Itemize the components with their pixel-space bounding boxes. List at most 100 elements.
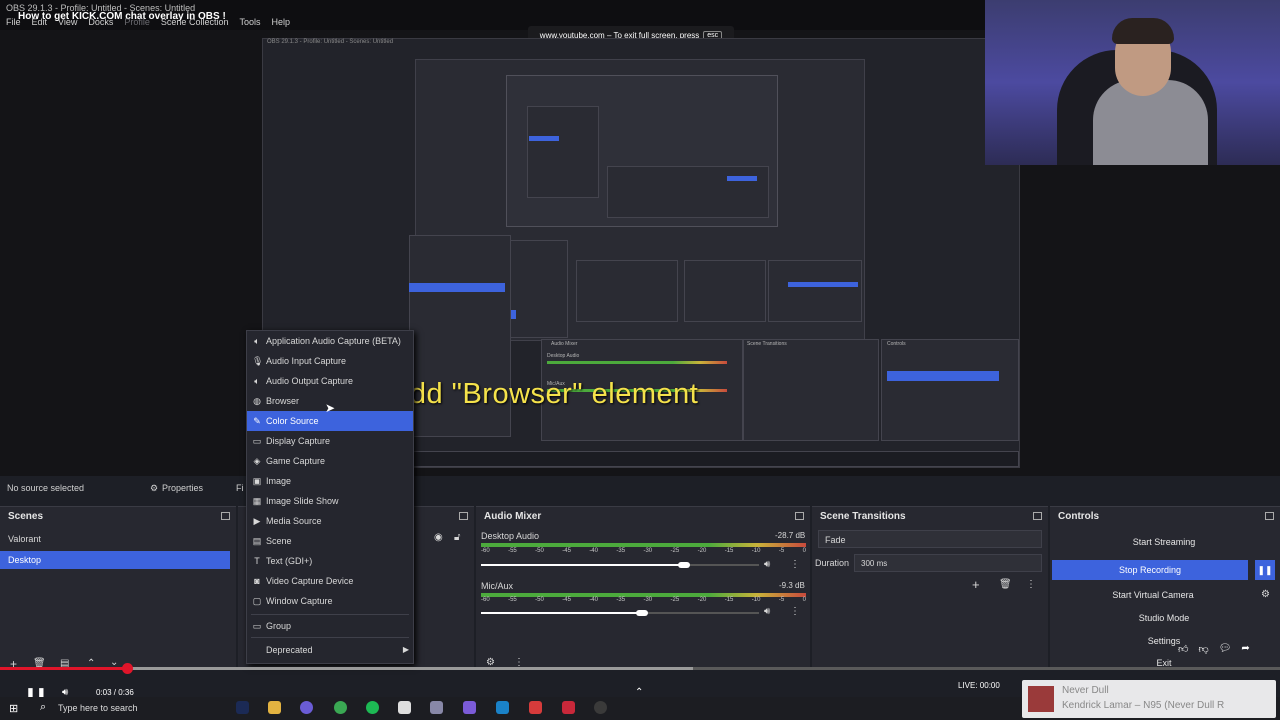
menu-profile[interactable]: Profile	[124, 17, 150, 27]
mini-label: Scene Transitions	[747, 341, 787, 347]
channel-name: Desktop Audio	[481, 531, 540, 541]
file-explorer-icon[interactable]	[268, 701, 281, 714]
menu-item-text-gdi[interactable]: T Text (GDI+)	[247, 551, 413, 571]
volume-fill	[481, 564, 684, 566]
add-icon[interactable]: +	[972, 577, 980, 592]
visual-studio-icon[interactable]	[463, 701, 476, 714]
scene-icon: ▤	[252, 536, 262, 546]
studio-mode-button[interactable]: Studio Mode	[1052, 608, 1276, 628]
volume-knob[interactable]	[678, 562, 690, 568]
undock-icon[interactable]	[221, 512, 230, 520]
menu-item-group[interactable]: ▭ Group	[247, 616, 413, 636]
undock-icon[interactable]	[795, 512, 804, 520]
spotify-icon[interactable]	[366, 701, 379, 714]
scrubber-knob[interactable]	[122, 663, 133, 674]
menu-help[interactable]: Help	[271, 17, 290, 27]
filters-button[interactable]: Fi	[236, 483, 244, 493]
properties-button[interactable]: Properties	[162, 483, 203, 493]
photoshop-icon[interactable]	[236, 701, 249, 714]
trash-icon[interactable]: 🗑︎	[999, 579, 1012, 590]
now-playing-card[interactable]: Never Dull Kendrick Lamar – N95 (Never D…	[1022, 680, 1276, 718]
audio-mixer-header: Audio Mixer	[476, 507, 810, 527]
menu-item-media-source[interactable]: ▶ Media Source	[247, 511, 413, 531]
mini-selection	[788, 282, 858, 287]
scene-item-valorant[interactable]: Valorant	[0, 530, 230, 548]
windows-start-icon[interactable]: ⊞	[9, 702, 18, 715]
speaker-icon[interactable]: 🔊︎	[764, 559, 770, 570]
menu-item-window-capture[interactable]: ▢ Window Capture	[247, 591, 413, 611]
start-streaming-button[interactable]: Start Streaming	[1052, 532, 1276, 552]
duration-label: Duration	[815, 558, 850, 568]
lock-icon[interactable]: 🔓︎	[454, 532, 460, 543]
time-display: 0:03 / 0:36	[96, 688, 134, 697]
valorant-icon[interactable]	[562, 701, 575, 714]
taskbar-search-input[interactable]: Type here to search	[58, 703, 138, 713]
mini-label: Desktop Audio	[547, 353, 580, 359]
discord-icon[interactable]	[300, 701, 313, 714]
share-icon[interactable]: ➦	[1241, 643, 1249, 655]
album-art	[1028, 686, 1054, 712]
no-source-label: No source selected	[7, 483, 85, 493]
menu-item-display-capture[interactable]: ▭ Display Capture	[247, 431, 413, 451]
search-icon[interactable]: ⌕	[40, 701, 46, 714]
duration-spinbox[interactable]: 300 ms	[854, 554, 1042, 572]
scene-item-desktop[interactable]: Desktop	[0, 551, 230, 569]
app-icon[interactable]	[398, 701, 411, 714]
more-options-icon[interactable]: ⋮	[790, 606, 800, 617]
window-icon: ▢	[252, 596, 262, 606]
menu-item-game-capture[interactable]: ◈ Game Capture	[247, 451, 413, 471]
menu-edit[interactable]: Edit	[32, 17, 48, 27]
mini-stop-recording	[887, 371, 999, 381]
menu-item-video-capture-device[interactable]: ◙ Video Capture Device	[247, 571, 413, 591]
meter-scale: -60 -55 -50 -45 -40 -35 -30 -25 -20 -15 -10 -5 0	[481, 548, 806, 554]
menu-item-audio-output-capture[interactable]: 🔈︎ Audio Output Capture	[247, 371, 413, 391]
speaker-icon: 🔈︎	[254, 376, 260, 386]
app-icon[interactable]	[529, 701, 542, 714]
app-icon[interactable]	[430, 701, 443, 714]
menu-item-image[interactable]: ▣ Image	[247, 471, 413, 491]
menu-scene-collection[interactable]: Scene Collection	[161, 17, 229, 27]
eye-icon[interactable]: ◉	[434, 532, 443, 543]
menu-view[interactable]: View	[58, 17, 77, 27]
meter-scale: -60 -55 -50 -45 -40 -35 -30 -25 -20 -15 -10 -5 0	[481, 597, 806, 603]
menu-item-deprecated[interactable]: Deprecated ▶	[247, 640, 413, 660]
obs-icon[interactable]	[594, 701, 607, 714]
menu-docks[interactable]: Docks	[88, 17, 113, 27]
menu-item-scene[interactable]: ▤ Scene	[247, 531, 413, 551]
menu-tools[interactable]: Tools	[239, 17, 260, 27]
controls-title: Controls	[1058, 511, 1100, 522]
menu-file[interactable]: File	[6, 17, 21, 27]
comment-icon[interactable]: 💬︎	[1219, 643, 1232, 655]
mini-selection	[409, 283, 505, 292]
more-options-icon[interactable]: ⋮	[1026, 579, 1036, 590]
gear-icon[interactable]: ⚙	[1261, 589, 1270, 600]
undock-icon[interactable]	[1265, 512, 1274, 520]
speaker-icon: 🔈︎	[254, 336, 260, 346]
transition-select[interactable]: Fade	[818, 530, 1042, 548]
microphone-icon: 🎙︎	[252, 356, 264, 366]
scene-transitions-header: Scene Transitions	[812, 507, 1048, 527]
mini-panel	[768, 260, 862, 322]
stop-recording-button[interactable]: Stop Recording	[1052, 560, 1248, 580]
chrome-icon[interactable]	[334, 701, 347, 714]
menu-divider	[251, 637, 409, 638]
more-options-icon[interactable]: ⋮	[790, 559, 800, 570]
brush-icon: ✎	[253, 416, 261, 426]
volume-knob[interactable]	[636, 610, 648, 616]
exit-button[interactable]: Exit	[1052, 653, 1276, 673]
steam-icon[interactable]	[496, 701, 509, 714]
menu-item-app-audio-capture[interactable]: 🔈︎ Application Audio Capture (BETA)	[247, 331, 413, 351]
mini-meter	[547, 361, 727, 364]
menu-item-audio-input-capture[interactable]: 🎙︎ Audio Input Capture	[247, 351, 413, 371]
pause-recording-icon[interactable]: ❚❚	[1255, 560, 1275, 580]
speaker-icon[interactable]: 🔊︎	[764, 606, 770, 617]
undock-icon[interactable]	[459, 512, 468, 520]
dislike-icon[interactable]: 👎︎	[1198, 643, 1208, 655]
scenes-header: Scenes	[0, 507, 236, 527]
mini-panel	[684, 260, 766, 322]
like-icon[interactable]: 👍︎	[1178, 643, 1188, 655]
start-virtual-camera-button[interactable]: Start Virtual Camera	[1052, 585, 1254, 605]
camera-icon: ◙	[254, 576, 260, 586]
menu-item-image-slide-show[interactable]: ▦ Image Slide Show	[247, 491, 413, 511]
undock-icon[interactable]	[1033, 512, 1042, 520]
